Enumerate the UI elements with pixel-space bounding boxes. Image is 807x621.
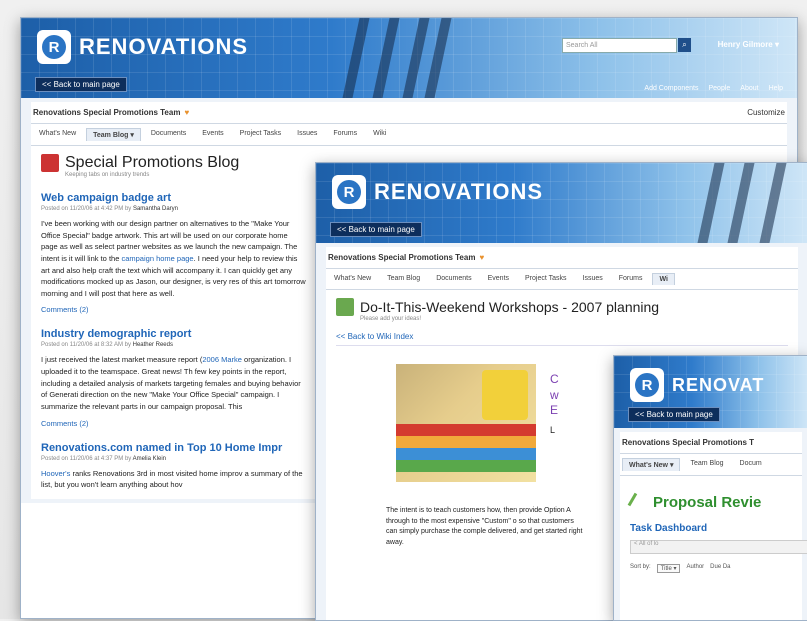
filter-input[interactable]: < All of lo	[630, 540, 807, 554]
top-link-add-components[interactable]: Add Components	[644, 85, 698, 92]
heart-icon: ♥	[184, 108, 190, 117]
side-heading: CwE L	[550, 372, 559, 435]
wiki-icon	[336, 298, 354, 316]
tab-team-blog[interactable]: Team Blog	[381, 273, 426, 285]
tab-bar: What's New ▾ Team Blog Docum	[620, 454, 802, 476]
tab-wiki[interactable]: Wiki	[367, 128, 392, 141]
post: Web campaign badge art Posted on 11/20/0…	[41, 192, 306, 314]
tab-forums[interactable]: Forums	[613, 273, 649, 285]
back-to-main-button[interactable]: << Back to main page	[35, 77, 127, 92]
sort-row: Sort by: Title ▾ Author Due Da	[630, 564, 792, 573]
top-link-help[interactable]: Help	[769, 85, 783, 92]
post-author[interactable]: Samantha Daryn	[133, 206, 178, 212]
team-name[interactable]: Renovations Special Promotions T	[622, 438, 754, 447]
brand-name: RENOVATIONS	[374, 179, 544, 204]
post-list: Web campaign badge art Posted on 11/20/0…	[41, 192, 306, 491]
logo: R RENOVATIONS	[332, 175, 543, 209]
tab-bar: What's New Team Blog Documents Events Pr…	[326, 269, 798, 290]
tab-wiki[interactable]: Wi	[652, 273, 675, 285]
tab-issues[interactable]: Issues	[291, 128, 323, 141]
team-bar: Renovations Special Promotions T	[620, 432, 802, 454]
post: Renovations.com named in Top 10 Home Imp…	[41, 442, 306, 491]
post-body: I've been working with our design partne…	[41, 219, 306, 298]
heart-icon: ♥	[479, 253, 485, 262]
logo: R RENOVAT	[630, 368, 764, 402]
sort-option-due-date[interactable]: Due Da	[710, 564, 730, 573]
tab-issues[interactable]: Issues	[577, 273, 609, 285]
post-title[interactable]: Industry demographic report	[41, 328, 306, 340]
comments-link[interactable]: Comments (2)	[41, 419, 306, 428]
post-meta: Posted on 11/20/06 at 4:42 PM by Samanth…	[41, 206, 178, 212]
paint-roller-photo	[396, 364, 536, 482]
back-to-main-button[interactable]: << Back to main page	[330, 222, 422, 237]
post-title[interactable]: Renovations.com named in Top 10 Home Imp…	[41, 442, 306, 454]
check-icon	[627, 492, 650, 513]
post-link[interactable]: Hoover's	[41, 469, 70, 478]
tab-whats-new[interactable]: What's New	[33, 128, 82, 141]
wiki-title: Do-It-This-Weekend Workshops - 2007 plan…	[360, 299, 660, 315]
team-name[interactable]: Renovations Special Promotions Team	[33, 108, 180, 117]
comments-link[interactable]: Comments (2)	[41, 305, 306, 314]
proposal-banner: R RENOVAT << Back to main page	[614, 356, 807, 428]
post-meta: Posted on 11/20/06 at 4:37 PM by Amelia …	[41, 455, 166, 462]
post-link[interactable]: 2006 Marke	[202, 355, 242, 364]
task-dashboard-heading: Task Dashboard	[630, 523, 708, 534]
top-link-about[interactable]: About	[740, 85, 758, 92]
tab-documents[interactable]: Documents	[430, 273, 477, 285]
proposal-title: Proposal Revie	[653, 494, 762, 511]
proposal-heading: Proposal Revie	[627, 492, 792, 513]
post-meta: Posted on 11/20/06 at 8:32 AM by Heather…	[41, 342, 173, 349]
sort-option-author[interactable]: Author	[686, 564, 704, 573]
post-link[interactable]: campaign home page	[121, 254, 193, 263]
blog-icon	[41, 154, 59, 172]
back-to-wiki-index-link[interactable]: << Back to Wiki Index	[336, 332, 788, 346]
wiki-heading: Do-It-This-Weekend Workshops - 2007 plan…	[336, 298, 788, 316]
blog-banner: R RENOVATIONS Search All ⌕ Henry Gilmore…	[21, 18, 797, 98]
post-body: I just received the latest market measur…	[41, 355, 301, 411]
post-title[interactable]: Web campaign badge art	[41, 192, 306, 204]
tab-project-tasks[interactable]: Project Tasks	[519, 273, 573, 285]
team-bar: Renovations Special Promotions Team ♥	[326, 247, 798, 269]
tab-team-blog[interactable]: Team Blog ▾	[86, 128, 141, 141]
wiki-text: The intent is to teach customers how, th…	[386, 507, 583, 546]
post-body: Hoover's ranks Renovations 3rd in most v…	[41, 468, 303, 490]
search-icon[interactable]: ⌕	[678, 38, 691, 52]
top-links: Add Components People About Help	[644, 85, 783, 92]
tab-events[interactable]: Events	[196, 128, 229, 141]
sort-select[interactable]: Title ▾	[656, 564, 681, 573]
sort-label: Sort by:	[630, 564, 651, 570]
tab-bar: What's New Team Blog ▾ Documents Events …	[31, 124, 787, 146]
user-menu[interactable]: Henry Gilmore ▾	[718, 40, 779, 49]
search-input[interactable]: Search All	[562, 38, 677, 53]
tab-whats-new[interactable]: What's New ▾	[622, 458, 681, 471]
proposal-page: Proposal Revie Task Dashboard < All of l…	[620, 476, 807, 620]
blog-title: Special Promotions Blog	[65, 154, 240, 171]
tab-whats-new[interactable]: What's New	[328, 273, 377, 285]
tab-events[interactable]: Events	[482, 273, 515, 285]
team-name[interactable]: Renovations Special Promotions Team	[328, 253, 475, 262]
wiki-banner: R RENOVATIONS << Back to main page	[316, 163, 807, 243]
post-author[interactable]: Amelia Klein	[133, 456, 166, 462]
tab-team-blog[interactable]: Team Blog	[684, 458, 729, 471]
team-bar: Renovations Special Promotions Team ♥ Cus…	[31, 102, 787, 124]
brand-name: RENOVAT	[672, 374, 765, 395]
brand-name: RENOVATIONS	[79, 34, 249, 59]
tab-project-tasks[interactable]: Project Tasks	[234, 128, 288, 141]
post-author[interactable]: Heather Reeds	[133, 342, 173, 348]
logo: R RENOVATIONS	[37, 30, 248, 64]
proposal-window: R RENOVAT << Back to main page Renovatio…	[613, 355, 807, 621]
proposal-content: Renovations Special Promotions T What's …	[614, 428, 807, 620]
tab-forums[interactable]: Forums	[327, 128, 363, 141]
post: Industry demographic report Posted on 11…	[41, 328, 306, 427]
tab-documents[interactable]: Docum	[734, 458, 768, 471]
top-link-people[interactable]: People	[709, 85, 731, 92]
back-to-main-button[interactable]: << Back to main page	[628, 407, 720, 422]
tab-documents[interactable]: Documents	[145, 128, 192, 141]
customize-link[interactable]: Customize	[747, 108, 785, 117]
wiki-subtitle: Please add your ideas!	[360, 316, 422, 322]
